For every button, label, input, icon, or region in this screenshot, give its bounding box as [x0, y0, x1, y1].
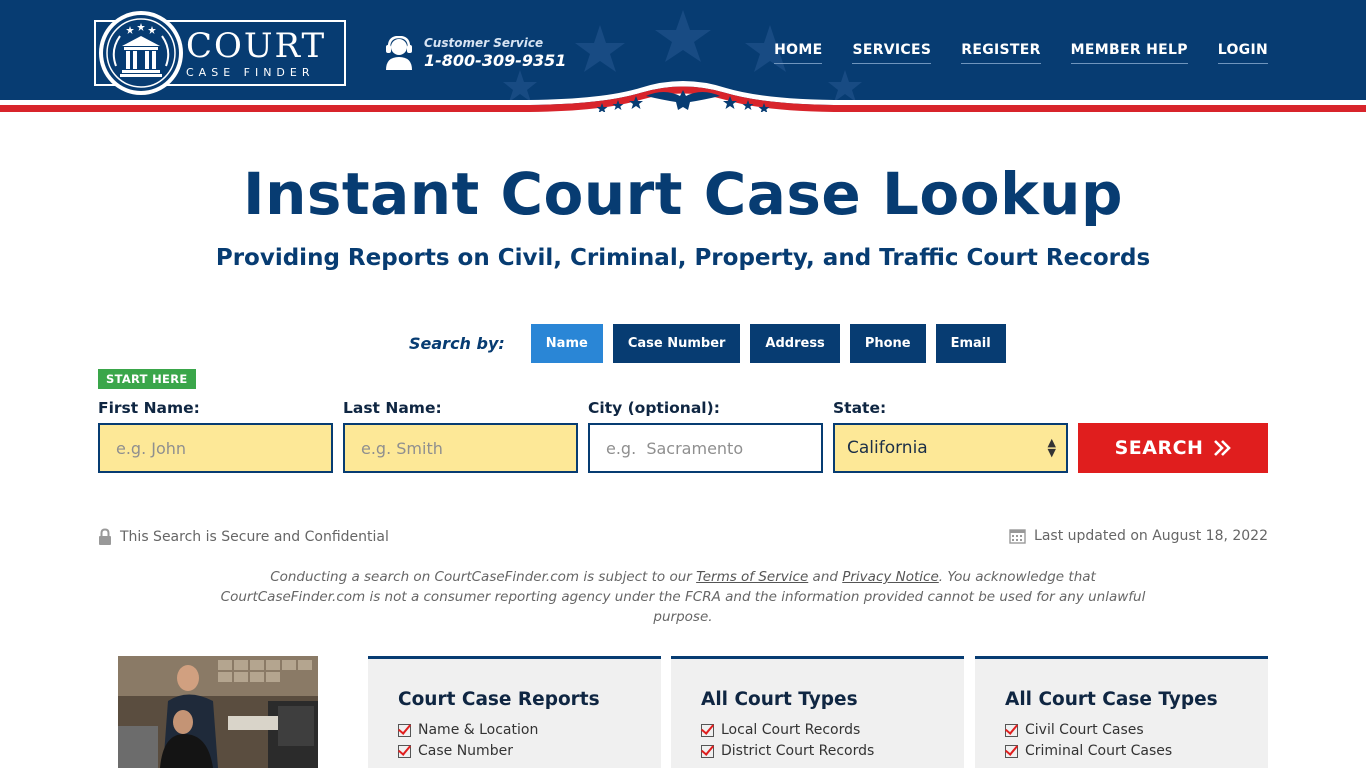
headset-agent-icon — [386, 36, 412, 70]
secure-notice: This Search is Secure and Confidential — [98, 528, 389, 545]
secure-notice-text: This Search is Secure and Confidential — [120, 528, 389, 545]
logo-subtitle: CASE FINDER — [186, 65, 315, 79]
search-button-label: SEARCH — [1114, 437, 1204, 459]
legal-disclaimer: Conducting a search on CourtCaseFinder.c… — [200, 567, 1166, 627]
page-subtitle: Providing Reports on Civil, Criminal, Pr… — [215, 245, 1151, 271]
last-name-input[interactable] — [361, 438, 576, 458]
list-item-label: Case Number — [418, 743, 513, 759]
page-title: Instant Court Case Lookup — [243, 160, 1123, 228]
card-title: All Court Types — [701, 689, 858, 710]
card-court-case-reports: Court Case Reports Name & Location Case … — [368, 656, 661, 768]
list-item[interactable]: Civil Court Cases — [1005, 722, 1238, 738]
start-here-badge: START HERE — [98, 369, 196, 389]
calendar-icon — [1009, 529, 1026, 544]
state-label: State: — [833, 399, 887, 417]
main-nav: HOME SERVICES REGISTER MEMBER HELP LOGIN — [774, 42, 1268, 64]
terms-of-service-link[interactable]: Terms of Service — [696, 569, 808, 585]
checkbox-check-icon — [1005, 744, 1018, 758]
site-header: COURT CASE FINDER Customer Service 1-800… — [0, 0, 1366, 112]
last-name-label: Last Name: — [343, 399, 442, 417]
card-title: Court Case Reports — [398, 689, 600, 710]
list-item[interactable]: Case Number — [398, 743, 631, 759]
card-all-court-types: All Court Types Local Court Records Dist… — [671, 656, 964, 768]
checkbox-check-icon — [398, 744, 411, 758]
list-item-label: Name & Location — [418, 722, 539, 738]
disclaimer-and: and — [808, 569, 843, 585]
nav-login[interactable]: LOGIN — [1217, 42, 1268, 64]
last-updated: Last updated on August 18, 2022 — [1009, 528, 1268, 544]
list-item[interactable]: Name & Location — [398, 722, 631, 738]
tab-email[interactable]: Email — [935, 324, 1006, 363]
nav-member-help[interactable]: MEMBER HELP — [1070, 42, 1188, 64]
tab-case-number[interactable]: Case Number — [612, 324, 741, 363]
first-name-label: First Name: — [98, 399, 200, 417]
checkbox-check-icon — [701, 723, 714, 737]
last-name-field[interactable] — [343, 423, 578, 473]
privacy-notice-link[interactable]: Privacy Notice — [842, 569, 939, 585]
tab-name[interactable]: Name — [530, 324, 603, 363]
logo-word: COURT — [186, 25, 327, 66]
list-item[interactable]: Local Court Records — [701, 722, 934, 738]
nav-home[interactable]: HOME — [774, 42, 823, 64]
double-chevron-right-icon — [1214, 440, 1232, 456]
list-item[interactable]: Criminal Court Cases — [1005, 743, 1238, 759]
card-title: All Court Case Types — [1005, 689, 1218, 710]
site-logo[interactable]: COURT CASE FINDER — [94, 10, 346, 100]
city-label: City (optional): — [588, 399, 720, 417]
disclaimer-text-1: Conducting a search on CourtCaseFinder.c… — [270, 569, 697, 585]
checkbox-check-icon — [398, 723, 411, 737]
list-item[interactable]: District Court Records — [701, 743, 934, 759]
select-updown-icon: ▲ ▼ — [1047, 436, 1056, 459]
city-input[interactable] — [606, 438, 821, 458]
first-name-field[interactable] — [98, 423, 333, 473]
state-select[interactable]: California ▲ ▼ — [833, 423, 1068, 473]
nav-services[interactable]: SERVICES — [852, 42, 932, 64]
search-button[interactable]: SEARCH — [1078, 423, 1268, 473]
search-by-tabs: Search by: Name Case Number Address Phon… — [409, 324, 1016, 363]
first-name-input[interactable] — [116, 438, 331, 458]
list-item-label: Civil Court Cases — [1025, 722, 1144, 738]
state-select-value: California — [847, 438, 928, 458]
office-workers-photo — [118, 656, 318, 768]
list-item-label: Criminal Court Cases — [1025, 743, 1173, 759]
checkbox-check-icon — [701, 744, 714, 758]
tab-address[interactable]: Address — [750, 324, 840, 363]
last-updated-text: Last updated on August 18, 2022 — [1034, 528, 1268, 544]
nav-register[interactable]: REGISTER — [961, 42, 1041, 64]
list-item-label: Local Court Records — [721, 722, 861, 738]
card-all-court-case-types: All Court Case Types Civil Court Cases C… — [975, 656, 1268, 768]
customer-service-label: Customer Service — [424, 36, 544, 50]
checkbox-check-icon — [1005, 723, 1018, 737]
city-field[interactable] — [588, 423, 823, 473]
customer-service[interactable]: Customer Service 1-800-309-9351 — [384, 36, 566, 70]
lock-icon — [99, 528, 111, 545]
search-by-label: Search by: — [409, 334, 505, 353]
courthouse-seal-icon — [99, 11, 183, 95]
list-item-label: District Court Records — [721, 743, 875, 759]
tab-phone[interactable]: Phone — [849, 324, 926, 363]
customer-service-phone[interactable]: 1-800-309-9351 — [424, 51, 566, 70]
